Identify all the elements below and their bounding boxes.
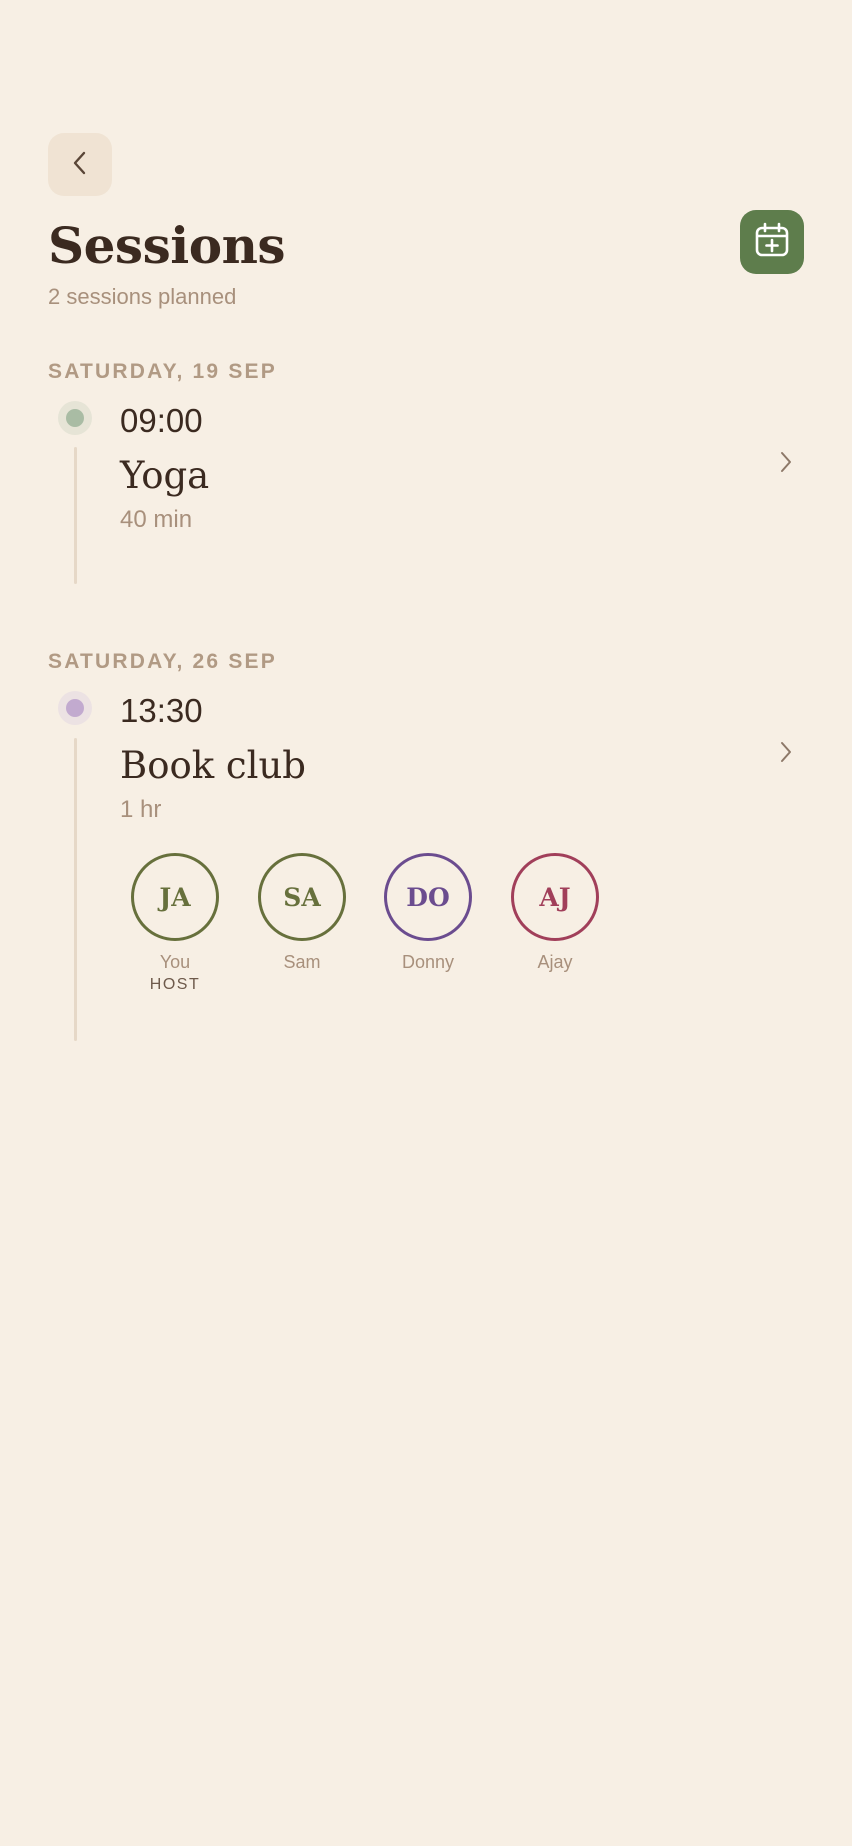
sessions-count: 2 sessions planned: [48, 284, 237, 309]
attendee-sam[interactable]: SA Sam: [238, 853, 366, 973]
attendee-name: You: [159, 952, 191, 972]
avatar: DO: [384, 853, 472, 941]
add-session-button[interactable]: [740, 210, 804, 274]
day-header: SATURDAY, 26 SEP: [48, 650, 277, 673]
calendar-add-icon: [753, 221, 791, 263]
avatar: JA: [131, 853, 219, 941]
page-title: Sessions: [48, 216, 286, 275]
attendee-name: Donny: [401, 952, 455, 972]
timeline-dot: [58, 691, 92, 725]
session-duration: 1 hr: [120, 796, 162, 823]
session-time: 09:00: [120, 402, 203, 439]
chevron-right-icon[interactable]: [770, 446, 802, 478]
day-header: SATURDAY, 19 SEP: [48, 360, 277, 383]
attendee-you[interactable]: JA You HOST: [111, 853, 239, 995]
attendee-name: Ajay: [537, 952, 573, 972]
session-title: Yoga: [120, 454, 210, 497]
timeline-dot: [58, 401, 92, 435]
back-button[interactable]: [48, 133, 112, 196]
avatar: AJ: [511, 853, 599, 941]
avatar: SA: [258, 853, 346, 941]
timeline-rail: [74, 738, 77, 1041]
host-badge: HOST: [149, 976, 201, 993]
timeline-rail: [74, 447, 77, 584]
session-duration: 40 min: [120, 506, 193, 533]
chevron-right-icon[interactable]: [770, 736, 802, 768]
attendee-donny[interactable]: DO Donny: [364, 853, 492, 973]
chevron-left-icon: [69, 149, 91, 181]
session-title: Book club: [120, 744, 306, 787]
attendee-ajay[interactable]: AJ Ajay: [491, 853, 619, 973]
attendee-name: Sam: [283, 952, 321, 972]
session-time: 13:30: [120, 692, 203, 729]
